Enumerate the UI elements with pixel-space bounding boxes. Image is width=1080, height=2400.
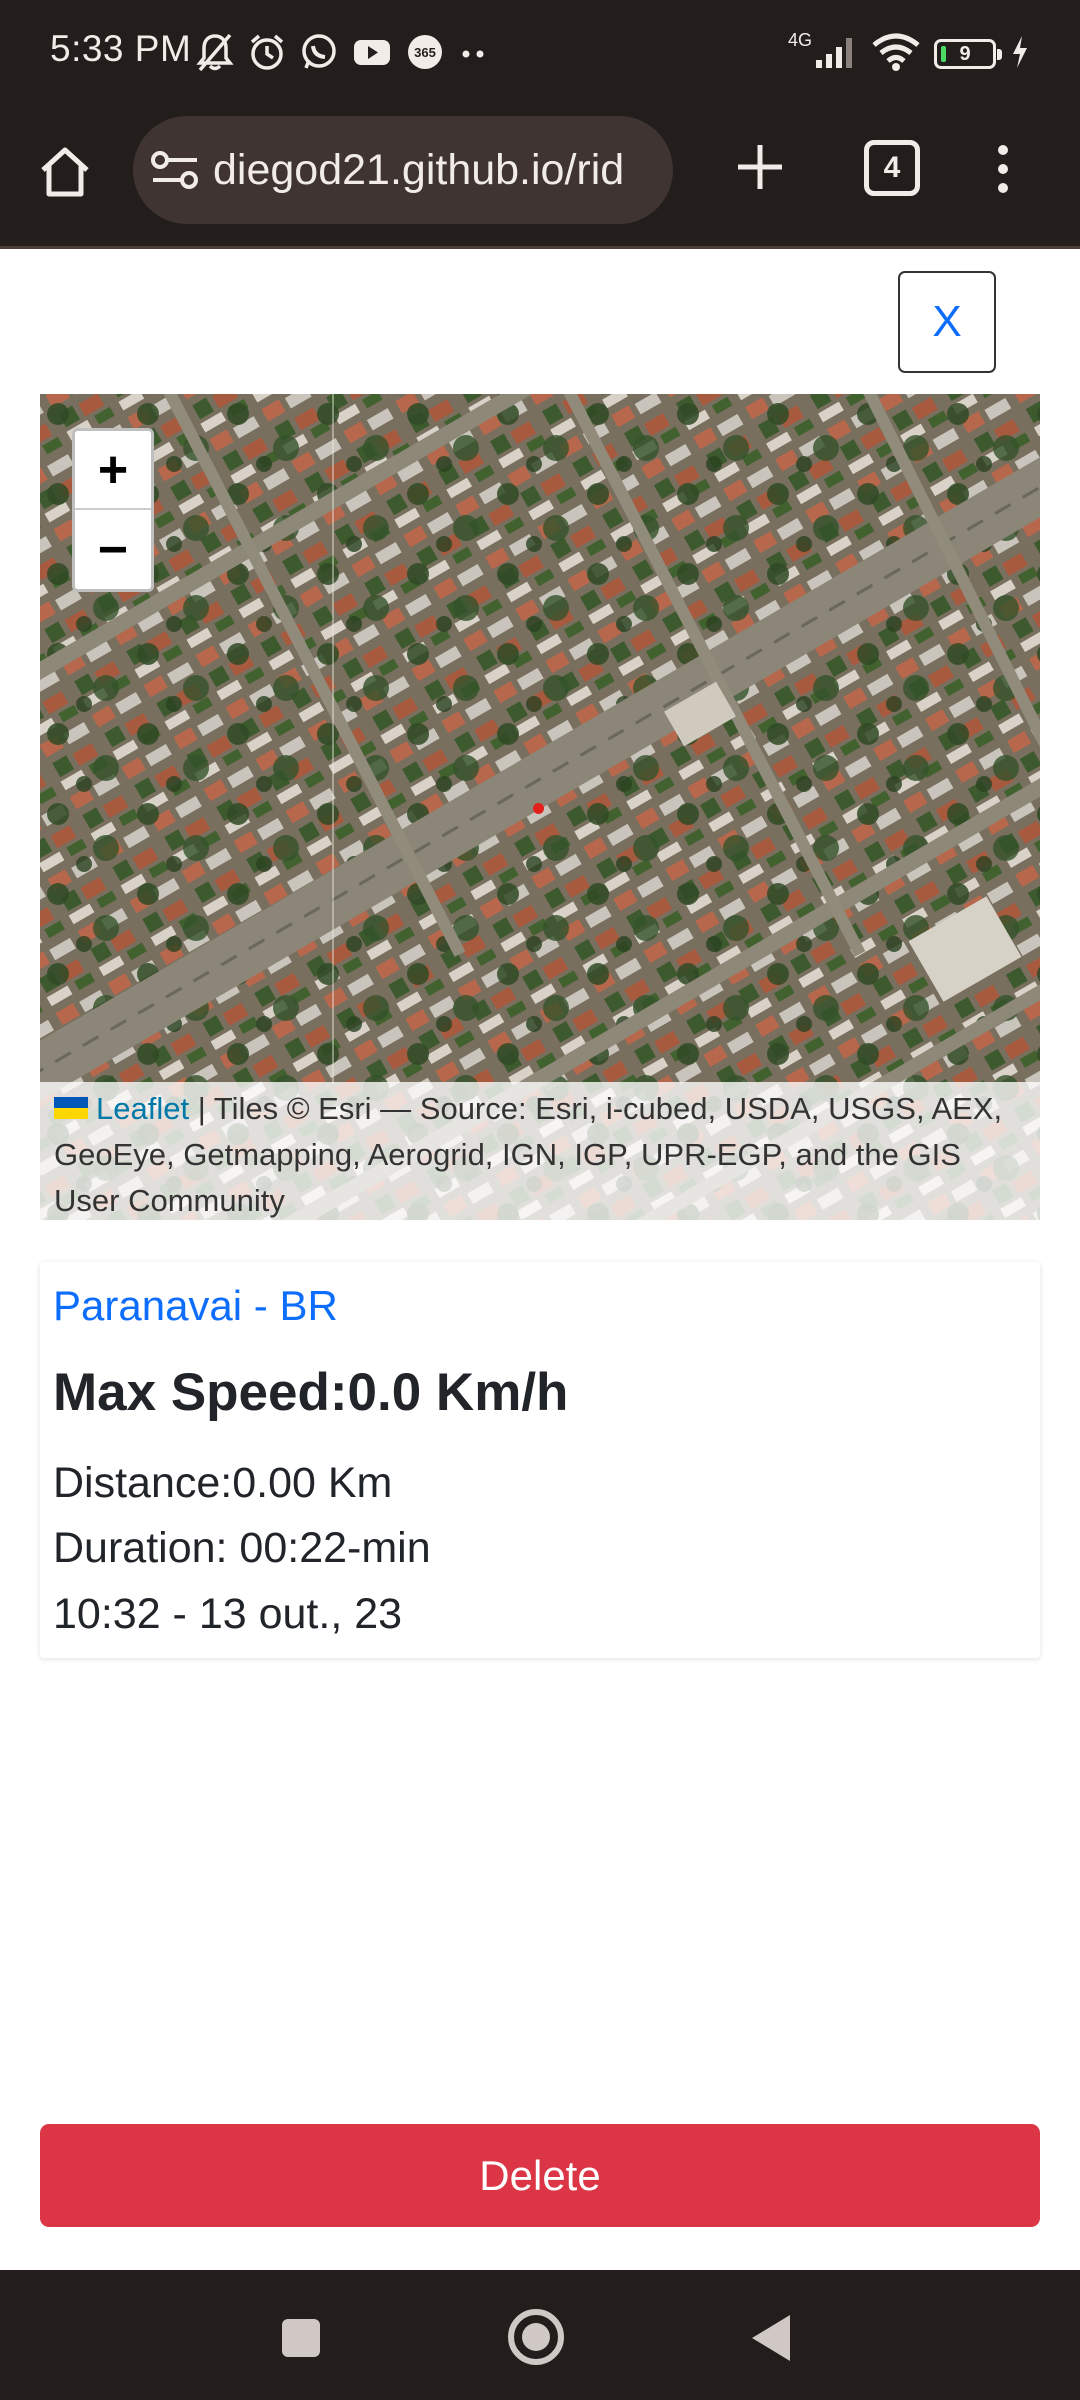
city-link[interactable]: Paranavai - BR <box>53 1282 338 1330</box>
365-app-icon: 365 <box>406 32 444 77</box>
wifi-icon <box>872 33 920 76</box>
battery-icon: 9 <box>934 39 1002 69</box>
zoom-in-button[interactable]: + <box>75 431 151 510</box>
ukraine-flag-icon <box>54 1096 88 1119</box>
url-text: diegod21.github.io/rid <box>213 145 625 194</box>
zoom-control: + − <box>72 428 154 592</box>
tab-count: 4 <box>883 151 901 184</box>
system-navigation-bar <box>0 2270 1080 2400</box>
status-time: 5:33 PM <box>50 28 192 69</box>
map-attribution: Leaflet | Tiles © Esri — Source: Esri, i… <box>40 1082 1040 1220</box>
browser-menu-button[interactable] <box>975 134 1031 204</box>
address-bar[interactable]: diegod21.github.io/rid <box>133 116 673 224</box>
close-button[interactable]: X <box>898 271 996 373</box>
charging-icon <box>1010 34 1030 75</box>
alarm-icon <box>248 32 286 77</box>
bell-off-icon <box>196 32 234 77</box>
svg-text:365: 365 <box>414 45 436 60</box>
attribution-text: | Tiles © Esri — Source: Esri, i-cubed, … <box>54 1091 1003 1218</box>
max-speed: Max Speed:0.0 Km/h <box>53 1363 569 1422</box>
site-settings-icon[interactable] <box>147 142 203 198</box>
satellite-map[interactable]: + − Leaflet | Tiles © Esri — Source: Esr… <box>40 394 1040 1220</box>
plus-icon <box>738 145 782 189</box>
more-dots-icon <box>458 32 488 77</box>
battery-level: 9 <box>959 42 971 65</box>
notification-icons: 365 <box>196 30 488 78</box>
home-nav-button[interactable] <box>508 2309 564 2365</box>
ride-info-card: Paranavai - BR Max Speed:0.0 Km/h Distan… <box>40 1262 1040 1658</box>
location-marker[interactable] <box>533 803 544 814</box>
delete-button[interactable]: Delete <box>40 2124 1040 2227</box>
whatsapp-icon <box>300 32 338 77</box>
menu-dot <box>998 164 1008 174</box>
tile-seam <box>332 394 334 1084</box>
duration: Duration: 00:22-min <box>53 1524 431 1572</box>
recent-apps-button[interactable] <box>282 2319 320 2357</box>
system-icons: 4G 9 <box>788 30 1030 78</box>
leaflet-link[interactable]: Leaflet <box>96 1091 189 1126</box>
browser-home-button[interactable] <box>30 137 100 207</box>
browser-toolbar: diegod21.github.io/rid 4 <box>0 104 1080 249</box>
zoom-out-button[interactable]: − <box>75 510 151 589</box>
status-bar: 5:33 PM 365 4G 9 <box>0 0 1080 104</box>
signal-icon <box>814 34 858 75</box>
home-icon <box>41 147 89 197</box>
back-button[interactable] <box>752 2315 790 2361</box>
ride-datetime: 10:32 - 13 out., 23 <box>53 1590 403 1638</box>
new-tab-button[interactable] <box>725 132 795 202</box>
tab-switcher-button[interactable]: 4 <box>864 140 920 196</box>
menu-dot <box>998 145 1008 155</box>
network-type: 4G <box>787 29 812 50</box>
distance: Distance:0.00 Km <box>53 1459 393 1507</box>
youtube-icon <box>352 32 392 77</box>
menu-dot <box>998 183 1008 193</box>
